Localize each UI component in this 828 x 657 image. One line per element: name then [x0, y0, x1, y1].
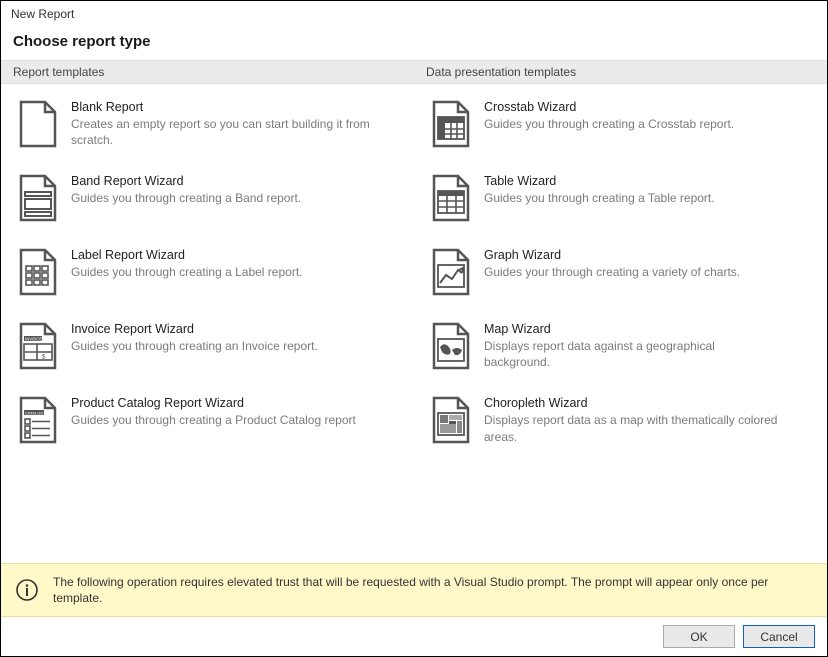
template-title: Band Report Wizard [71, 174, 398, 188]
dialog-footer: OK Cancel [1, 617, 827, 656]
cancel-button[interactable]: Cancel [743, 625, 815, 648]
template-product-catalog-wizard[interactable]: CATALOG Product Catalog Report Wizard Gu… [13, 388, 402, 462]
template-blank-report[interactable]: Blank Report Creates an empty report so … [13, 92, 402, 166]
table-icon [430, 174, 472, 222]
template-desc: Guides you through creating an Invoice r… [71, 338, 371, 354]
data-presentation-templates-header: Data presentation templates [414, 60, 827, 84]
template-desc: Guides you through creating a Product Ca… [71, 412, 371, 428]
template-desc: Guides you through creating a Table repo… [484, 190, 784, 206]
template-crosstab-wizard[interactable]: Crosstab Wizard Guides you through creat… [426, 92, 815, 166]
crosstab-icon [430, 100, 472, 148]
template-title: Choropleth Wizard [484, 396, 811, 410]
template-desc: Guides you through creating a Band repor… [71, 190, 371, 206]
template-title: Graph Wizard [484, 248, 811, 262]
template-title: Blank Report [71, 100, 398, 114]
info-icon [15, 578, 39, 602]
template-title: Crosstab Wizard [484, 100, 811, 114]
template-title: Label Report Wizard [71, 248, 398, 262]
template-label-report-wizard[interactable]: Label Report Wizard Guides you through c… [13, 240, 402, 314]
template-map-wizard[interactable]: Map Wizard Displays report data against … [426, 314, 815, 388]
data-presentation-templates-column: Data presentation templates Crosstab Wiz… [414, 60, 827, 563]
ok-button[interactable]: OK [663, 625, 735, 648]
template-desc: Creates an empty report so you can start… [71, 116, 371, 148]
choropleth-icon [430, 396, 472, 444]
template-columns: Report templates Blank Report Creates an… [1, 60, 827, 563]
template-choropleth-wizard[interactable]: Choropleth Wizard Displays report data a… [426, 388, 815, 462]
template-table-wizard[interactable]: Table Wizard Guides you through creating… [426, 166, 815, 240]
graph-icon [430, 248, 472, 296]
window-title: New Report [1, 1, 827, 25]
invoice-report-icon: INVOICE$ [17, 322, 59, 370]
template-title: Invoice Report Wizard [71, 322, 398, 336]
template-title: Table Wizard [484, 174, 811, 188]
template-desc: Displays report data as a map with thema… [484, 412, 784, 444]
product-catalog-icon: CATALOG [17, 396, 59, 444]
template-desc: Guides you through creating a Label repo… [71, 264, 371, 280]
template-title: Product Catalog Report Wizard [71, 396, 398, 410]
data-presentation-templates-list: Crosstab Wizard Guides you through creat… [414, 84, 827, 563]
template-desc: Guides you through creating a Crosstab r… [484, 116, 784, 132]
report-templates-column: Report templates Blank Report Creates an… [1, 60, 414, 563]
band-report-icon [17, 174, 59, 222]
template-title: Map Wizard [484, 322, 811, 336]
svg-text:CATALOG: CATALOG [25, 411, 44, 416]
svg-text:INVOICE: INVOICE [25, 337, 42, 342]
blank-report-icon [17, 100, 59, 148]
map-icon [430, 322, 472, 370]
template-desc: Displays report data against a geographi… [484, 338, 784, 370]
template-desc: Guides your through creating a variety o… [484, 264, 784, 280]
template-graph-wizard[interactable]: Graph Wizard Guides your through creatin… [426, 240, 815, 314]
info-bar: The following operation requires elevate… [1, 563, 827, 617]
report-templates-header: Report templates [1, 60, 414, 84]
page-title: Choose report type [1, 25, 827, 60]
report-templates-list: Blank Report Creates an empty report so … [1, 84, 414, 563]
info-text: The following operation requires elevate… [53, 574, 813, 606]
template-band-report-wizard[interactable]: Band Report Wizard Guides you through cr… [13, 166, 402, 240]
label-report-icon [17, 248, 59, 296]
template-invoice-report-wizard[interactable]: INVOICE$ Invoice Report Wizard Guides yo… [13, 314, 402, 388]
